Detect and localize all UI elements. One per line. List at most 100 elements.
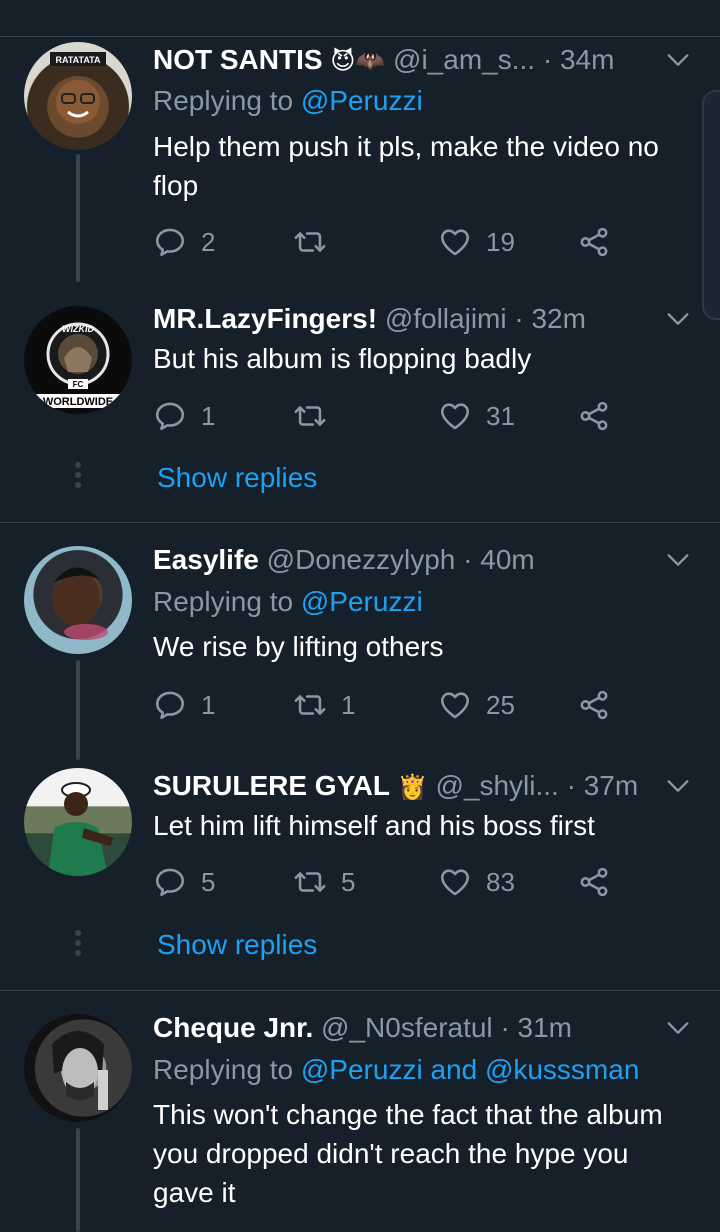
retweet-button[interactable]: 1	[293, 685, 355, 725]
thread-dots	[74, 930, 82, 960]
like-icon	[438, 399, 472, 433]
like-count: 83	[486, 866, 515, 897]
avatar-label-mid: FC	[73, 380, 84, 389]
handle[interactable]: @_shyli...	[435, 770, 558, 801]
handle[interactable]: @_N0sferatul	[321, 1012, 493, 1043]
share-button[interactable]	[577, 396, 611, 436]
share-button[interactable]	[577, 862, 611, 902]
tweet-actions: 1 1 25	[153, 685, 633, 725]
thread-line	[76, 1128, 80, 1232]
tweet-actions: 2 19	[153, 222, 633, 262]
name-emoji: 👸	[397, 774, 428, 801]
like-icon	[438, 865, 472, 899]
reply-button[interactable]: 5	[153, 862, 215, 902]
chevron-down-icon[interactable]	[664, 546, 692, 574]
display-name[interactable]: SURULERE GYAL	[153, 770, 390, 801]
share-icon	[577, 225, 611, 259]
replying-to-link[interactable]: @Peruzzi	[301, 85, 423, 116]
tweet-text: Let him lift himself and his boss first	[153, 810, 595, 841]
scroll-indicator	[702, 90, 720, 320]
show-replies-link[interactable]: Show replies	[157, 925, 317, 965]
reply-icon	[153, 225, 187, 259]
conversation-divider	[0, 990, 720, 991]
thread-line	[76, 660, 80, 760]
like-icon	[438, 225, 472, 259]
avatar-label: RATATATA	[56, 55, 101, 65]
avatar[interactable]	[24, 1014, 132, 1122]
tweet-text: But his album is flopping badly	[153, 343, 532, 374]
tweet-header: Easylife @Donezzylyph · 40m	[153, 540, 660, 580]
retweet-count: 1	[341, 689, 356, 720]
like-count: 25	[486, 689, 515, 720]
reply-icon	[153, 399, 187, 433]
share-icon	[577, 865, 611, 899]
replying-to: Replying to @Peruzzi and @kusssman	[153, 1050, 639, 1090]
avatar[interactable]	[24, 768, 132, 876]
like-button[interactable]: 31	[438, 396, 515, 436]
reply-count: 2	[201, 226, 216, 257]
display-name[interactable]: NOT SANTIS	[153, 44, 323, 75]
reply-count: 5	[201, 866, 216, 897]
avatar-label-bottom: WORLDWIDE	[43, 396, 113, 408]
share-button[interactable]	[577, 685, 611, 725]
reply-count: 1	[201, 400, 216, 431]
share-button[interactable]	[577, 222, 611, 262]
reply-button[interactable]: 1	[153, 396, 215, 436]
timestamp: · 34m	[542, 44, 615, 75]
tweet-actions: 5 5 83	[153, 862, 633, 902]
retweet-icon	[293, 688, 327, 722]
handle[interactable]: @i_am_s...	[393, 44, 535, 75]
chevron-down-icon[interactable]	[664, 305, 692, 333]
reply-count: 1	[201, 689, 216, 720]
timestamp: · 31m	[500, 1012, 573, 1043]
like-count: 31	[486, 400, 515, 431]
retweet-button[interactable]	[293, 222, 341, 262]
timestamp: · 32m	[514, 303, 586, 334]
handle[interactable]: @follajimi	[385, 303, 507, 334]
reply-icon	[153, 688, 187, 722]
thread-line	[76, 154, 80, 282]
replying-to: Replying to @Peruzzi	[153, 81, 423, 121]
replying-to-link[interactable]: @Peruzzi and @kusssman	[301, 1054, 640, 1085]
thread-dots	[74, 462, 82, 492]
retweet-count: 5	[341, 866, 356, 897]
display-name[interactable]: Easylife	[153, 544, 259, 575]
retweet-icon	[293, 225, 327, 259]
handle[interactable]: @Donezzylyph	[267, 544, 456, 575]
retweet-button[interactable]	[293, 396, 341, 436]
like-button[interactable]: 19	[438, 222, 515, 262]
avatar-label-top: WIZKID	[62, 324, 94, 334]
tweet-text: This won't change the fact that the albu…	[153, 1099, 663, 1208]
retweet-icon	[293, 865, 327, 899]
tweet-header: SURULERE GYAL 👸 @_shyli... · 37m	[153, 766, 660, 806]
avatar[interactable]: RATATATA	[24, 42, 132, 150]
like-button[interactable]: 83	[438, 862, 515, 902]
chevron-down-icon[interactable]	[664, 46, 692, 74]
chevron-down-icon[interactable]	[664, 772, 692, 800]
replying-to-prefix: Replying to	[153, 1054, 301, 1085]
timestamp: · 37m	[566, 770, 639, 801]
name-emoji: 😈🦇	[330, 48, 386, 75]
show-replies-link[interactable]: Show replies	[157, 458, 317, 498]
reply-button[interactable]: 2	[153, 222, 215, 262]
replying-to-prefix: Replying to	[153, 85, 301, 116]
conversation-divider	[0, 522, 720, 523]
share-icon	[577, 399, 611, 433]
avatar[interactable]: WIZKID FC WORLDWIDE	[24, 306, 132, 414]
reply-button[interactable]: 1	[153, 685, 215, 725]
display-name[interactable]: Cheque Jnr.	[153, 1012, 313, 1043]
share-icon	[577, 688, 611, 722]
timestamp: · 40m	[463, 544, 535, 575]
chevron-down-icon[interactable]	[664, 1014, 692, 1042]
tweet-actions: 1 31	[153, 396, 633, 436]
tweet-header: MR.LazyFingers! @follajimi · 32m	[153, 299, 660, 339]
replying-to-link[interactable]: @Peruzzi	[301, 586, 423, 617]
like-count: 19	[486, 226, 515, 257]
avatar[interactable]	[24, 546, 132, 654]
like-button[interactable]: 25	[438, 685, 515, 725]
tweet-text: Help them push it pls, make the video no…	[153, 131, 659, 201]
retweet-button[interactable]: 5	[293, 862, 355, 902]
tweet-header: Cheque Jnr. @_N0sferatul · 31m	[153, 1008, 660, 1048]
like-icon	[438, 688, 472, 722]
display-name[interactable]: MR.LazyFingers!	[153, 303, 377, 334]
